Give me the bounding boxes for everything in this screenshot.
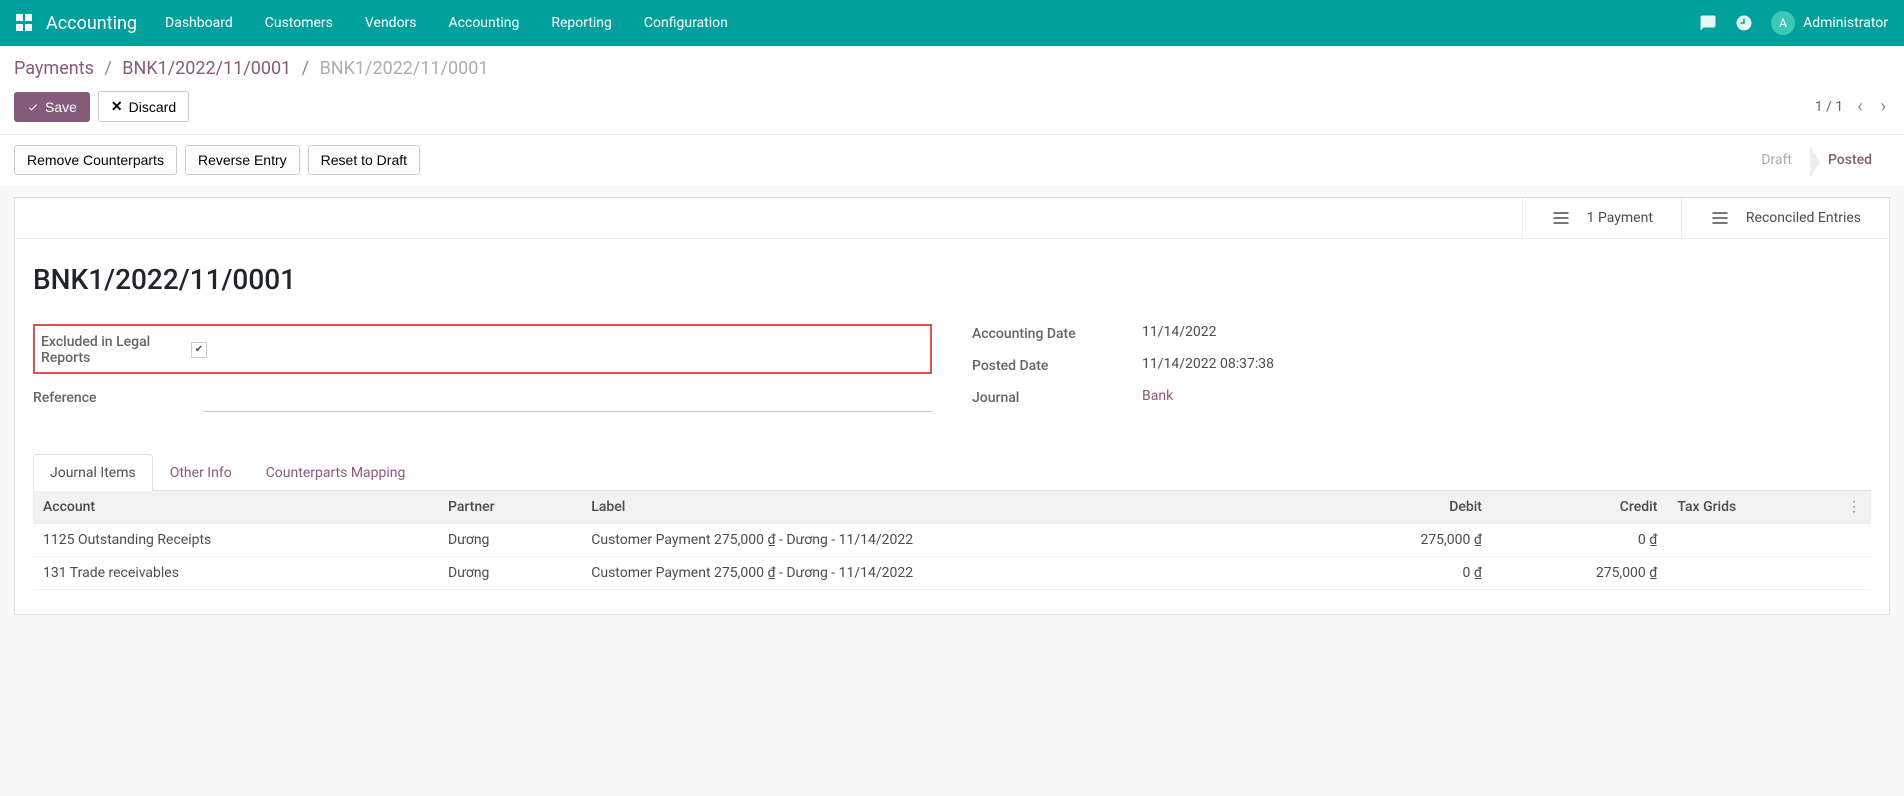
cell-credit[interactable]: 0 ₫	[1492, 524, 1667, 557]
posted-date-value: 11/14/2022 08:37:38	[1142, 356, 1871, 372]
close-icon: ✕	[111, 98, 123, 115]
cell-partner[interactable]: Dương	[438, 557, 581, 590]
record-title: BNK1/2022/11/0001	[33, 263, 1871, 296]
cell-tax[interactable]	[1667, 524, 1837, 557]
reference-label: Reference	[33, 388, 203, 406]
check-icon	[27, 101, 39, 113]
stat-row: 1 Payment Reconciled Entries	[15, 198, 1889, 239]
cell-label[interactable]: Customer Payment 275,000 ₫ - Dương - 11/…	[581, 557, 1316, 590]
app-brand[interactable]: Accounting	[46, 13, 137, 34]
menu-dashboard[interactable]: Dashboard	[165, 15, 233, 31]
pager-text: 1 / 1	[1815, 99, 1843, 115]
col-account[interactable]: Account	[33, 491, 438, 524]
user-menu[interactable]: A Administrator	[1771, 11, 1888, 35]
journal-items-grid: Account Partner Label Debit Credit Tax G…	[33, 491, 1871, 590]
menu-customers[interactable]: Customers	[265, 15, 333, 31]
list-icon	[1710, 208, 1730, 228]
col-label[interactable]: Label	[581, 491, 1316, 524]
reset-draft-button[interactable]: Reset to Draft	[308, 145, 420, 175]
col-partner[interactable]: Partner	[438, 491, 581, 524]
menu-configuration[interactable]: Configuration	[644, 15, 728, 31]
form-sheet: 1 Payment Reconciled Entries BNK1/2022/1…	[14, 197, 1890, 615]
status-draft[interactable]: Draft	[1743, 146, 1810, 174]
cell-debit[interactable]: 0 ₫	[1317, 557, 1492, 590]
breadcrumb-row: Payments / BNK1/2022/11/0001 / BNK1/2022…	[0, 46, 1904, 83]
tab-journal-items[interactable]: Journal Items	[33, 454, 153, 491]
discard-label: Discard	[129, 99, 176, 115]
action-row: Save ✕ Discard 1 / 1 ‹ ›	[0, 83, 1904, 135]
accounting-date-value[interactable]: 11/14/2022	[1142, 324, 1871, 340]
user-name: Administrator	[1803, 15, 1888, 31]
cell-account[interactable]: 131 Trade receivables	[33, 557, 438, 590]
table-row[interactable]: 131 Trade receivables Dương Customer Pay…	[33, 557, 1871, 590]
accounting-date-label: Accounting Date	[972, 324, 1142, 342]
breadcrumb-root[interactable]: Payments	[14, 58, 94, 79]
excluded-label: Excluded in Legal Reports	[41, 332, 191, 366]
cell-debit[interactable]: 275,000 ₫	[1317, 524, 1492, 557]
cell-account[interactable]: 1125 Outstanding Receipts	[33, 524, 438, 557]
stat-reconciled[interactable]: Reconciled Entries	[1681, 198, 1889, 238]
remove-counterparts-button[interactable]: Remove Counterparts	[14, 145, 177, 175]
menu-accounting[interactable]: Accounting	[449, 15, 520, 31]
col-tax-grids[interactable]: Tax Grids	[1667, 491, 1837, 524]
stat-payment[interactable]: 1 Payment	[1522, 198, 1681, 238]
posted-date-label: Posted Date	[972, 356, 1142, 374]
discard-button[interactable]: ✕ Discard	[98, 91, 189, 122]
status-row: Remove Counterparts Reverse Entry Reset …	[0, 135, 1904, 185]
status-bar: Draft Posted	[1743, 146, 1890, 174]
topbar: Accounting Dashboard Customers Vendors A…	[0, 0, 1904, 46]
journal-value[interactable]: Bank	[1142, 388, 1871, 404]
breadcrumb: Payments / BNK1/2022/11/0001 / BNK1/2022…	[14, 58, 488, 79]
cell-tax[interactable]	[1667, 557, 1837, 590]
list-icon	[1551, 208, 1571, 228]
reverse-entry-button[interactable]: Reverse Entry	[185, 145, 300, 175]
save-label: Save	[45, 99, 77, 115]
table-row[interactable]: 1125 Outstanding Receipts Dương Customer…	[33, 524, 1871, 557]
excluded-field-highlight: Excluded in Legal Reports ✔	[33, 324, 932, 374]
stat-payment-label: 1 Payment	[1587, 210, 1653, 226]
pager: 1 / 1 ‹ ›	[1815, 96, 1890, 117]
col-kebab[interactable]: ⋮	[1837, 491, 1871, 524]
breadcrumb-current: BNK1/2022/11/0001	[320, 58, 489, 79]
clock-icon[interactable]	[1735, 14, 1753, 32]
breadcrumb-parent[interactable]: BNK1/2022/11/0001	[122, 58, 291, 79]
apps-icon[interactable]	[16, 14, 34, 32]
avatar: A	[1771, 11, 1795, 35]
pager-prev[interactable]: ‹	[1853, 96, 1866, 117]
tabs: Journal Items Other Info Counterparts Ma…	[33, 454, 1871, 491]
stat-reconciled-label: Reconciled Entries	[1746, 210, 1861, 226]
cell-partner[interactable]: Dương	[438, 524, 581, 557]
tab-counterparts[interactable]: Counterparts Mapping	[249, 454, 423, 491]
chat-icon[interactable]	[1699, 14, 1717, 32]
pager-next[interactable]: ›	[1877, 96, 1890, 117]
excluded-checkbox[interactable]: ✔	[191, 342, 207, 358]
cell-label[interactable]: Customer Payment 275,000 ₫ - Dương - 11/…	[581, 524, 1316, 557]
col-debit[interactable]: Debit	[1317, 491, 1492, 524]
reference-input[interactable]	[203, 388, 932, 412]
col-credit[interactable]: Credit	[1492, 491, 1667, 524]
save-button[interactable]: Save	[14, 92, 90, 122]
top-menu: Dashboard Customers Vendors Accounting R…	[165, 15, 728, 31]
cell-credit[interactable]: 275,000 ₫	[1492, 557, 1667, 590]
journal-label: Journal	[972, 388, 1142, 406]
menu-vendors[interactable]: Vendors	[365, 15, 417, 31]
tab-other-info[interactable]: Other Info	[153, 454, 249, 491]
menu-reporting[interactable]: Reporting	[551, 15, 612, 31]
status-posted[interactable]: Posted	[1810, 146, 1890, 174]
